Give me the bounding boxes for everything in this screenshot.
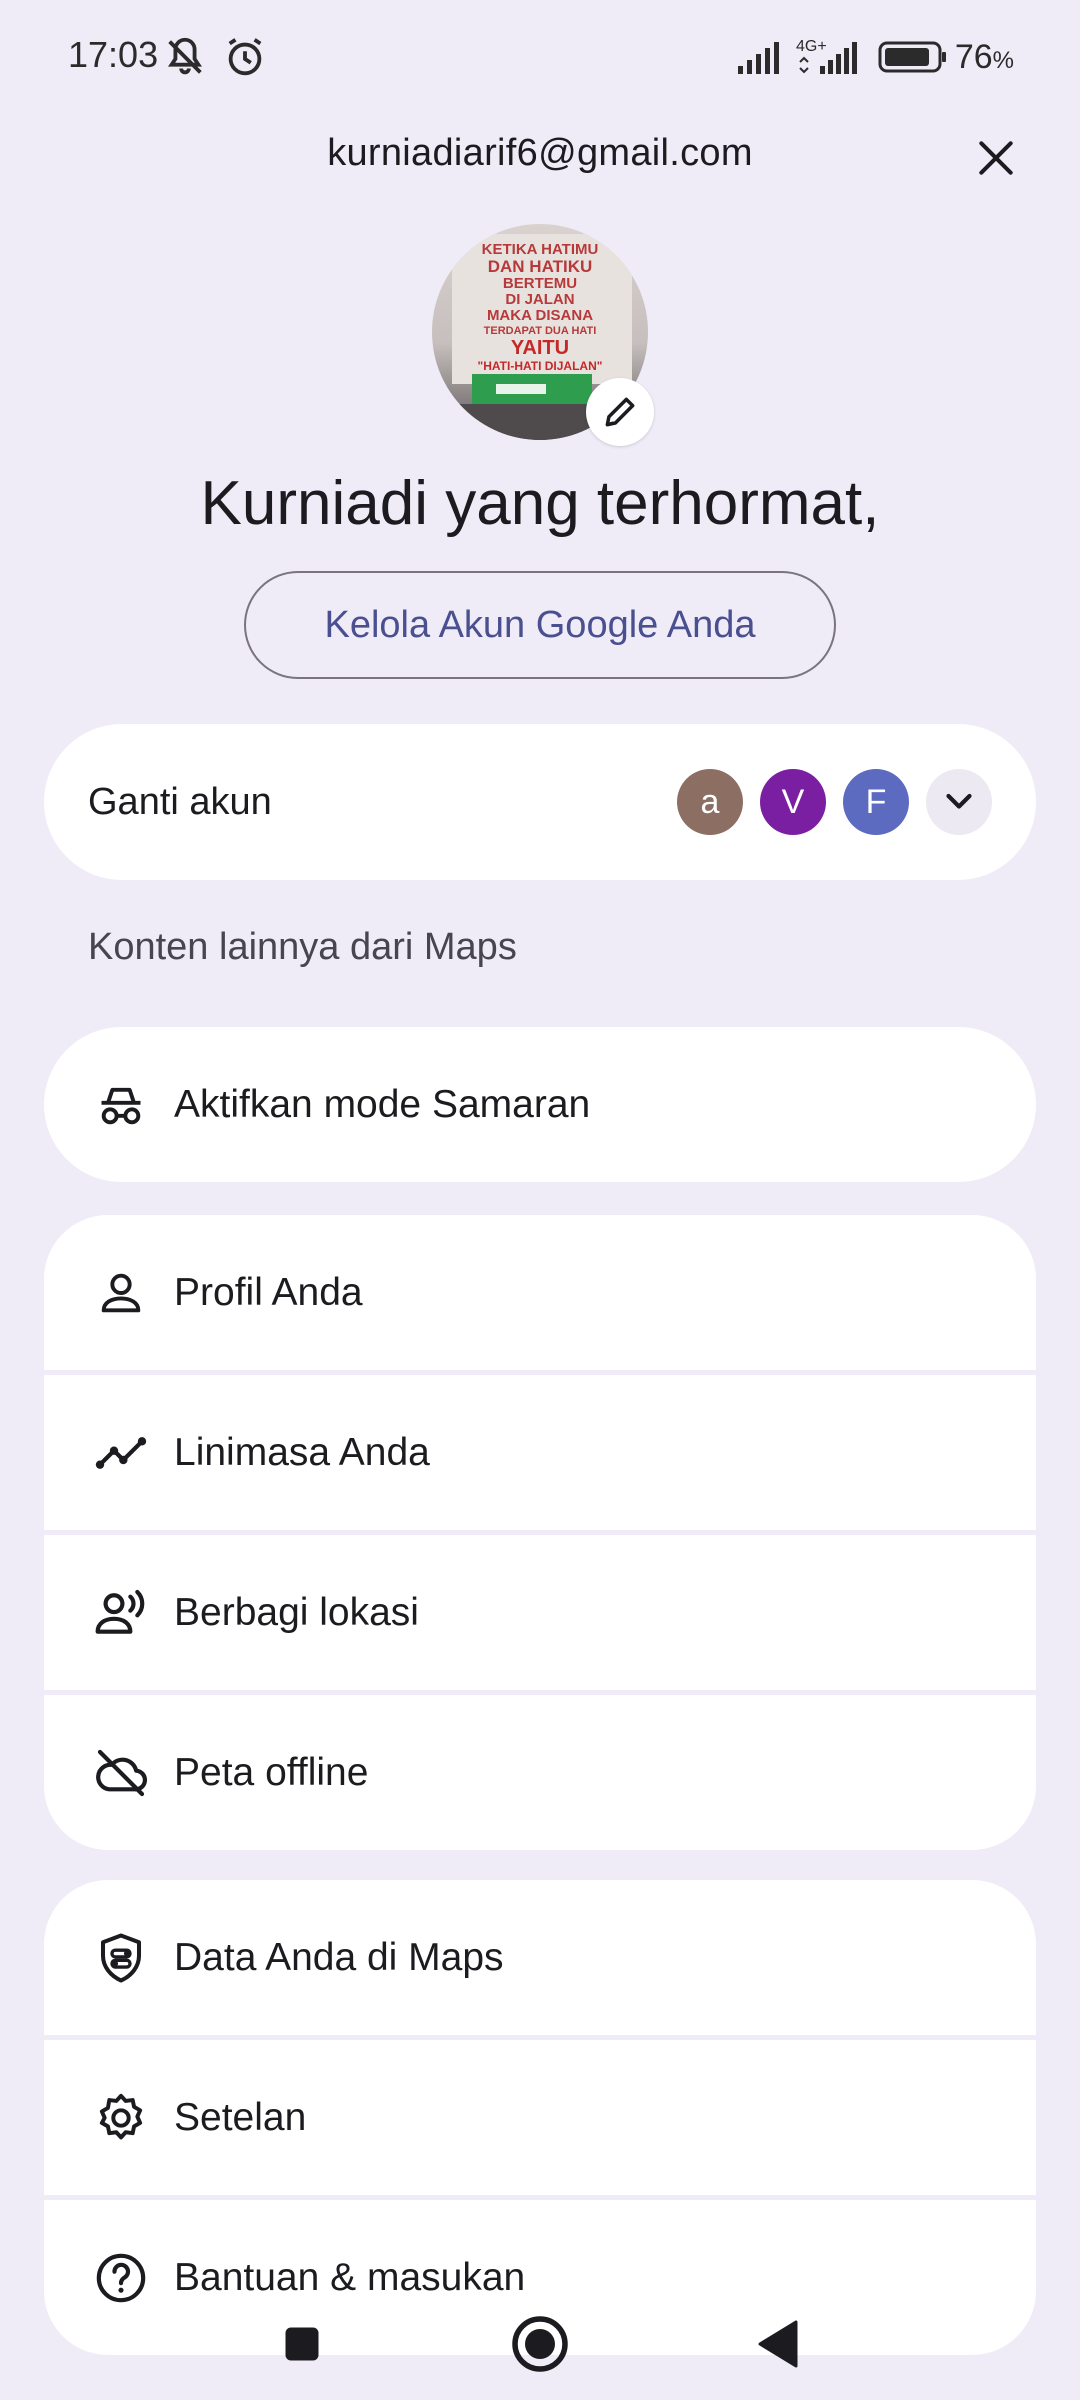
system-nav-bar xyxy=(0,2300,1080,2400)
location-sharing-item[interactable]: Berbagi lokasi xyxy=(44,1535,1036,1690)
photo-text-1: KETIKA HATIMU xyxy=(482,241,599,258)
chevron-down-icon xyxy=(946,793,972,809)
offline-maps-item[interactable]: Peta offline xyxy=(44,1695,1036,1850)
offline-maps-label: Peta offline xyxy=(174,1750,369,1794)
signal-icon xyxy=(736,40,784,81)
close-icon xyxy=(979,141,1013,175)
location-sharing-label: Berbagi lokasi xyxy=(174,1590,419,1634)
back-triangle-icon xyxy=(758,2320,798,2368)
profile-photo-wrapper[interactable]: KETIKA HATIMU DAN HATIKU BERTEMU DI JALA… xyxy=(432,224,654,446)
alarm-icon xyxy=(222,34,268,85)
status-bar: 17:03 4G+ 76% xyxy=(0,0,1080,118)
manage-account-button[interactable]: Kelola Akun Google Anda xyxy=(244,571,836,679)
account-avatar-f[interactable]: F xyxy=(843,769,909,835)
close-button[interactable] xyxy=(964,126,1028,190)
square-icon xyxy=(285,2327,319,2361)
incognito-label: Aktifkan mode Samaran xyxy=(174,1082,591,1126)
maps-content-card: Profil Anda Linimasa Anda Berbagi lokasi… xyxy=(44,1215,1036,1850)
settings-item[interactable]: Setelan xyxy=(44,2040,1036,2195)
home-button[interactable] xyxy=(508,2312,572,2376)
incognito-mode-item[interactable]: Aktifkan mode Samaran xyxy=(44,1027,1036,1182)
greeting: Kurniadi yang terhormat, xyxy=(200,469,880,538)
offline-map-icon xyxy=(88,1740,154,1806)
home-circle-icon xyxy=(512,2316,568,2372)
photo-text-6: TERDAPAT DUA HATI xyxy=(484,325,597,337)
incognito-icon xyxy=(88,1072,154,1138)
account-avatar-a[interactable]: a xyxy=(677,769,743,835)
timeline-item[interactable]: Linimasa Anda xyxy=(44,1375,1036,1530)
signal-4g-icon xyxy=(796,40,864,81)
status-time: 17:03 xyxy=(68,34,159,75)
battery-percent: 76% xyxy=(954,38,1014,76)
shield-icon xyxy=(88,1925,154,1991)
your-data-label: Data Anda di Maps xyxy=(174,1935,504,1979)
location-sharing-icon xyxy=(88,1580,154,1646)
photo-text-7: YAITU xyxy=(511,337,569,359)
your-data-item[interactable]: Data Anda di Maps xyxy=(44,1880,1036,2035)
switch-account-card[interactable]: Ganti akun a V F xyxy=(44,724,1036,880)
incognito-card: Aktifkan mode Samaran xyxy=(44,1027,1036,1182)
person-icon xyxy=(88,1260,154,1326)
profile-label: Profil Anda xyxy=(174,1270,363,1314)
settings-card: Data Anda di Maps Setelan Bantuan & masu… xyxy=(44,1880,1036,2355)
account-avatar-v[interactable]: V xyxy=(760,769,826,835)
photo-text-5: MAKA DISANA xyxy=(487,307,593,324)
gear-icon xyxy=(88,2085,154,2151)
section-label: Konten lainnya dari Maps xyxy=(88,926,517,968)
photo-text-8: "HATI-HATI DIJALAN" xyxy=(478,359,603,373)
pencil-icon xyxy=(605,397,635,427)
account-email: kurniadiarif6@gmail.com xyxy=(327,132,753,174)
recent-apps-button[interactable] xyxy=(270,2312,334,2376)
switch-account-label: Ganti akun xyxy=(88,780,272,823)
help-feedback-label: Bantuan & masukan xyxy=(174,2255,526,2299)
expand-accounts-button[interactable] xyxy=(926,769,992,835)
edit-photo-button[interactable] xyxy=(586,378,654,446)
photo-text-2: DAN HATIKU xyxy=(488,257,593,276)
timeline-icon xyxy=(88,1420,154,1486)
mute-icon xyxy=(162,34,208,85)
profile-item[interactable]: Profil Anda xyxy=(44,1215,1036,1370)
back-button[interactable] xyxy=(746,2312,810,2376)
screen: 17:03 4G+ 76% kurniadiarif6@gmail.com KE… xyxy=(0,0,1080,2400)
photo-text-3: BERTEMU xyxy=(503,275,577,292)
timeline-label: Linimasa Anda xyxy=(174,1430,430,1474)
photo-text-4: DI JALAN xyxy=(505,291,574,308)
settings-label: Setelan xyxy=(174,2095,307,2139)
battery-icon xyxy=(878,40,948,79)
